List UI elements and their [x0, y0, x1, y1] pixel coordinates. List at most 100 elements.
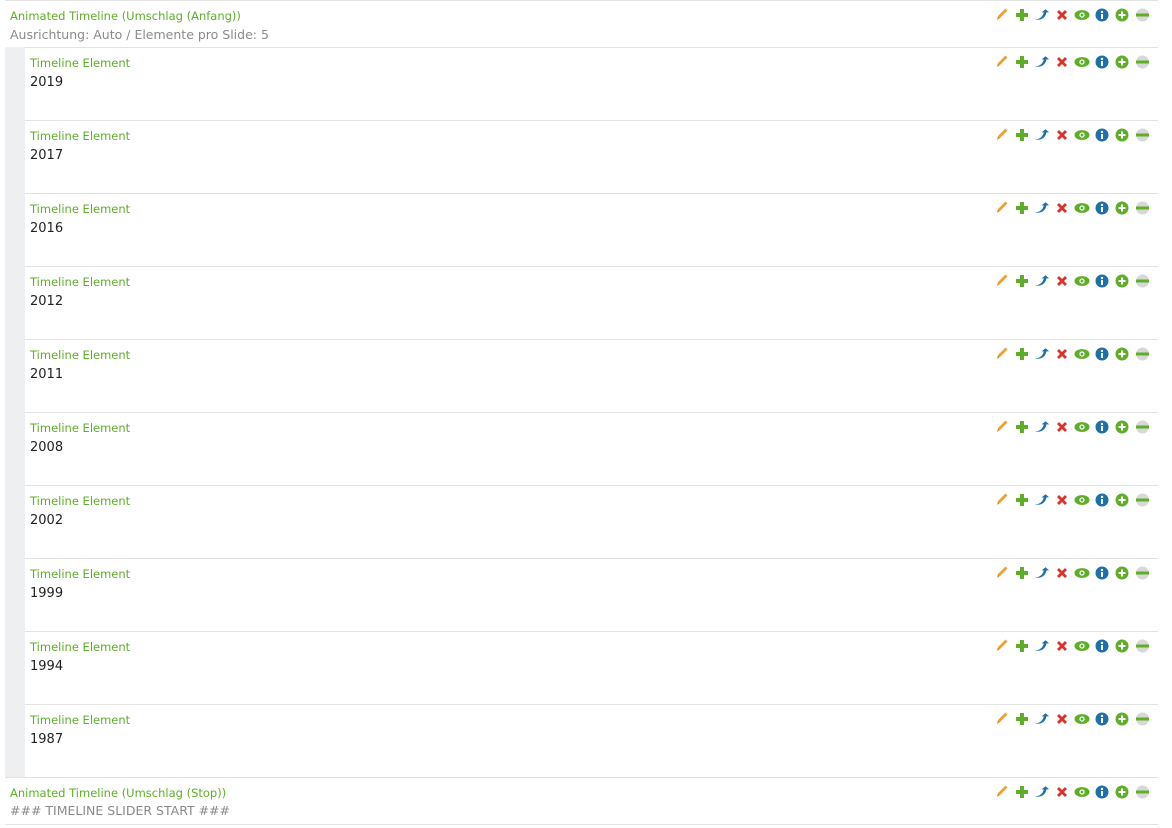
- plus-circle-icon[interactable]: [1114, 492, 1130, 508]
- collapse-icon[interactable]: [1134, 711, 1150, 727]
- move-arrow-icon[interactable]: [1034, 565, 1050, 581]
- info-icon[interactable]: [1094, 127, 1110, 143]
- pencil-icon[interactable]: [994, 492, 1010, 508]
- timeline-element-row[interactable]: Timeline Element 1999: [25, 558, 1158, 631]
- timeline-element-row[interactable]: Timeline Element 2002: [25, 485, 1158, 558]
- timeline-element-row[interactable]: Timeline Element 1994: [25, 631, 1158, 704]
- eye-icon[interactable]: [1074, 127, 1090, 143]
- plus-icon[interactable]: [1014, 200, 1030, 216]
- collapse-icon[interactable]: [1134, 419, 1150, 435]
- plus-circle-icon[interactable]: [1114, 565, 1130, 581]
- pencil-icon[interactable]: [994, 346, 1010, 362]
- info-icon[interactable]: [1094, 711, 1110, 727]
- eye-icon[interactable]: [1074, 565, 1090, 581]
- timeline-element-row[interactable]: Timeline Element 2012: [25, 266, 1158, 339]
- plus-icon[interactable]: [1014, 273, 1030, 289]
- plus-circle-icon[interactable]: [1114, 638, 1130, 654]
- move-arrow-icon[interactable]: [1034, 273, 1050, 289]
- delete-x-icon[interactable]: [1054, 127, 1070, 143]
- move-arrow-icon[interactable]: [1034, 419, 1050, 435]
- move-arrow-icon[interactable]: [1034, 7, 1050, 23]
- move-arrow-icon[interactable]: [1034, 784, 1050, 800]
- collapse-icon[interactable]: [1134, 54, 1150, 70]
- plus-icon[interactable]: [1014, 638, 1030, 654]
- plus-icon[interactable]: [1014, 7, 1030, 23]
- collapse-icon[interactable]: [1134, 492, 1150, 508]
- pencil-icon[interactable]: [994, 200, 1010, 216]
- move-arrow-icon[interactable]: [1034, 711, 1050, 727]
- delete-x-icon[interactable]: [1054, 346, 1070, 362]
- info-icon[interactable]: [1094, 419, 1110, 435]
- timeline-element-row[interactable]: Timeline Element 2011: [25, 339, 1158, 412]
- eye-icon[interactable]: [1074, 784, 1090, 800]
- collapse-icon[interactable]: [1134, 346, 1150, 362]
- collapse-icon[interactable]: [1134, 565, 1150, 581]
- move-arrow-icon[interactable]: [1034, 54, 1050, 70]
- pencil-icon[interactable]: [994, 711, 1010, 727]
- delete-x-icon[interactable]: [1054, 638, 1070, 654]
- timeline-wrapper-stop-row[interactable]: Animated Timeline (Umschlag (Stop)) ### …: [5, 777, 1158, 825]
- pencil-icon[interactable]: [994, 273, 1010, 289]
- eye-icon[interactable]: [1074, 200, 1090, 216]
- delete-x-icon[interactable]: [1054, 419, 1070, 435]
- eye-icon[interactable]: [1074, 273, 1090, 289]
- timeline-element-row[interactable]: Timeline Element 2017: [25, 120, 1158, 193]
- collapse-icon[interactable]: [1134, 200, 1150, 216]
- collapse-icon[interactable]: [1134, 638, 1150, 654]
- collapse-icon[interactable]: [1134, 127, 1150, 143]
- info-icon[interactable]: [1094, 638, 1110, 654]
- timeline-element-row[interactable]: Timeline Element 2016: [25, 193, 1158, 266]
- eye-icon[interactable]: [1074, 54, 1090, 70]
- move-arrow-icon[interactable]: [1034, 200, 1050, 216]
- eye-icon[interactable]: [1074, 711, 1090, 727]
- delete-x-icon[interactable]: [1054, 54, 1070, 70]
- collapse-icon[interactable]: [1134, 784, 1150, 800]
- move-arrow-icon[interactable]: [1034, 638, 1050, 654]
- move-arrow-icon[interactable]: [1034, 127, 1050, 143]
- delete-x-icon[interactable]: [1054, 273, 1070, 289]
- info-icon[interactable]: [1094, 784, 1110, 800]
- pencil-icon[interactable]: [994, 784, 1010, 800]
- plus-icon[interactable]: [1014, 346, 1030, 362]
- info-icon[interactable]: [1094, 492, 1110, 508]
- pencil-icon[interactable]: [994, 565, 1010, 581]
- plus-circle-icon[interactable]: [1114, 273, 1130, 289]
- plus-circle-icon[interactable]: [1114, 200, 1130, 216]
- pencil-icon[interactable]: [994, 127, 1010, 143]
- plus-circle-icon[interactable]: [1114, 7, 1130, 23]
- plus-circle-icon[interactable]: [1114, 784, 1130, 800]
- plus-icon[interactable]: [1014, 492, 1030, 508]
- plus-circle-icon[interactable]: [1114, 127, 1130, 143]
- collapse-icon[interactable]: [1134, 273, 1150, 289]
- plus-icon[interactable]: [1014, 127, 1030, 143]
- collapse-icon[interactable]: [1134, 7, 1150, 23]
- plus-icon[interactable]: [1014, 711, 1030, 727]
- delete-x-icon[interactable]: [1054, 784, 1070, 800]
- eye-icon[interactable]: [1074, 346, 1090, 362]
- delete-x-icon[interactable]: [1054, 711, 1070, 727]
- plus-circle-icon[interactable]: [1114, 54, 1130, 70]
- plus-icon[interactable]: [1014, 419, 1030, 435]
- eye-icon[interactable]: [1074, 638, 1090, 654]
- info-icon[interactable]: [1094, 565, 1110, 581]
- eye-icon[interactable]: [1074, 492, 1090, 508]
- timeline-element-row[interactable]: Timeline Element 1987: [25, 704, 1158, 777]
- plus-icon[interactable]: [1014, 565, 1030, 581]
- pencil-icon[interactable]: [994, 54, 1010, 70]
- info-icon[interactable]: [1094, 200, 1110, 216]
- move-arrow-icon[interactable]: [1034, 346, 1050, 362]
- info-icon[interactable]: [1094, 7, 1110, 23]
- eye-icon[interactable]: [1074, 419, 1090, 435]
- pencil-icon[interactable]: [994, 419, 1010, 435]
- timeline-element-row[interactable]: Timeline Element 2019: [25, 47, 1158, 120]
- eye-icon[interactable]: [1074, 7, 1090, 23]
- plus-circle-icon[interactable]: [1114, 419, 1130, 435]
- delete-x-icon[interactable]: [1054, 200, 1070, 216]
- delete-x-icon[interactable]: [1054, 492, 1070, 508]
- pencil-icon[interactable]: [994, 7, 1010, 23]
- timeline-wrapper-start-row[interactable]: Animated Timeline (Umschlag (Anfang)) Au…: [5, 0, 1158, 47]
- delete-x-icon[interactable]: [1054, 7, 1070, 23]
- pencil-icon[interactable]: [994, 638, 1010, 654]
- delete-x-icon[interactable]: [1054, 565, 1070, 581]
- info-icon[interactable]: [1094, 273, 1110, 289]
